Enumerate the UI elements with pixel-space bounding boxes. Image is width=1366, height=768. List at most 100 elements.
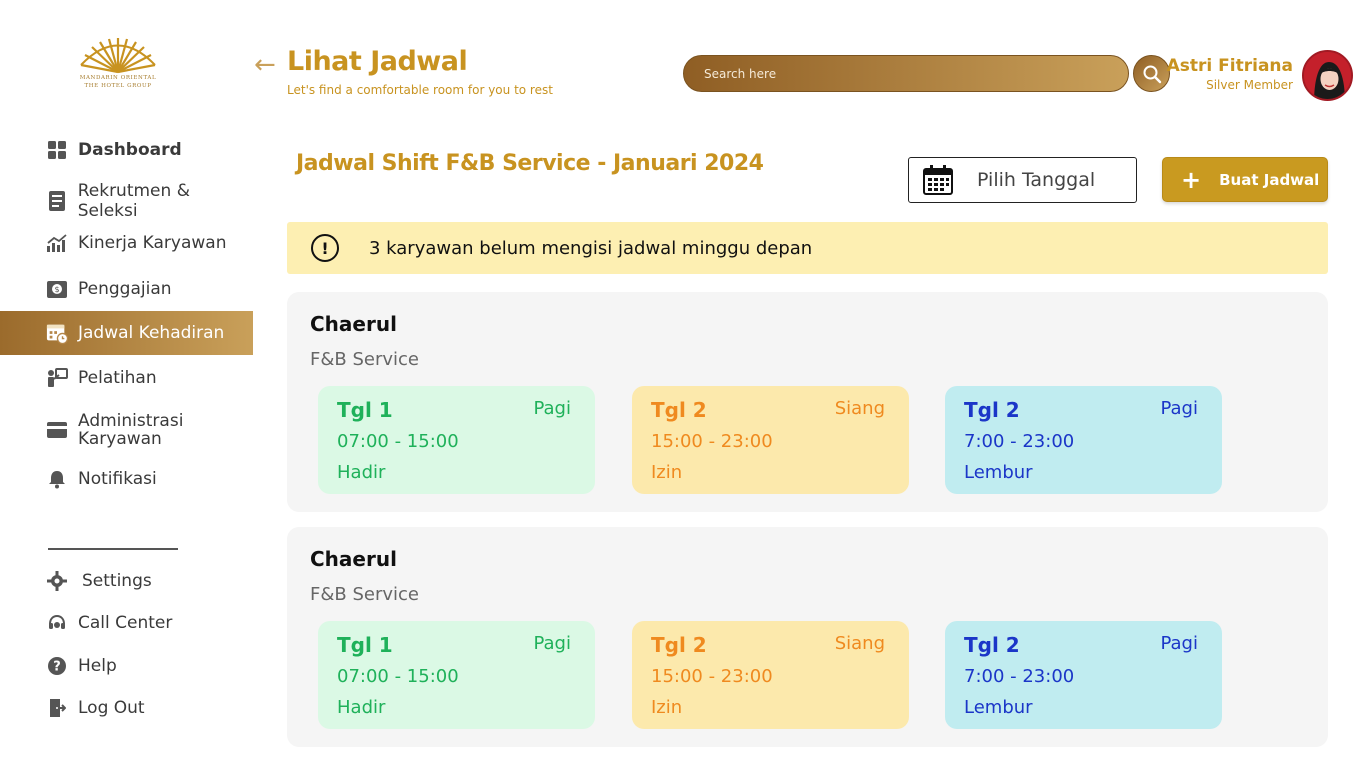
sidebar-item-label: Administrasi Karyawan (78, 411, 184, 449)
shift-type: Pagi (1160, 398, 1198, 419)
exclamation-icon: ! (311, 234, 339, 262)
shift-status: Lembur (964, 697, 1033, 718)
logo-line-1: MANDARIN ORIENTAL (79, 75, 157, 81)
date-picker-label: Pilih Tanggal (977, 169, 1096, 191)
sidebar-item-kinerja[interactable]: Kinerja Karyawan (0, 221, 253, 265)
sidebar-divider (48, 548, 178, 550)
create-schedule-button[interactable]: + Buat Jadwal (1162, 157, 1328, 202)
shift-card[interactable]: Tgl 2 Siang 15:00 - 23:00 Izin (632, 621, 909, 729)
avatar[interactable] (1302, 50, 1353, 101)
sidebar-item-help[interactable]: ? Help (0, 644, 253, 688)
payroll-icon: $ (46, 278, 68, 300)
calendar-icon (923, 165, 953, 195)
section-title: Jadwal Shift F&B Service - Januari 2024 (296, 151, 764, 176)
sidebar-item-label: Log Out (78, 698, 145, 718)
card-icon (46, 419, 68, 441)
headset-icon (46, 612, 68, 634)
plus-icon: + (1181, 165, 1202, 194)
shift-card[interactable]: Tgl 2 Siang 15:00 - 23:00 Izin (632, 386, 909, 494)
sidebar-item-label: Penggajian (78, 279, 172, 299)
employee-card: Chaerul F&B Service Tgl 1 Pagi 07:00 - 1… (287, 292, 1328, 512)
bell-icon (46, 468, 68, 490)
shift-time: 7:00 - 23:00 (964, 666, 1075, 687)
shift-status: Hadir (337, 697, 386, 718)
shift-status: Izin (651, 462, 683, 483)
document-icon (46, 190, 68, 212)
date-picker[interactable]: Pilih Tanggal (908, 157, 1137, 203)
svg-text:?: ? (53, 660, 61, 675)
shift-date: Tgl 1 (337, 633, 393, 657)
page-subtitle: Let's find a comfortable room for you to… (287, 83, 553, 97)
employee-department: F&B Service (310, 349, 419, 370)
search-input[interactable] (704, 66, 1084, 81)
shift-date: Tgl 2 (651, 633, 707, 657)
sidebar-item-label: Rekrutmen & Seleksi (77, 181, 190, 221)
gear-icon (46, 570, 68, 592)
sidebar-item-label: Call Center (78, 613, 173, 633)
sidebar-item-settings[interactable]: Settings (0, 559, 253, 603)
create-schedule-label: Buat Jadwal (1219, 170, 1320, 189)
sidebar-item-pelatihan[interactable]: Pelatihan (0, 356, 253, 400)
sidebar-item-notifikasi[interactable]: Notifikasi (0, 457, 253, 501)
sidebar-item-label: Notifikasi (78, 469, 157, 489)
sidebar-item-label: Settings (82, 571, 152, 591)
sidebar-item-rekrutmen[interactable]: Rekrutmen & Seleksi (0, 179, 253, 223)
back-arrow-icon[interactable]: ← (254, 50, 276, 80)
logo-line-2: THE HOTEL GROUP (84, 83, 152, 89)
shift-time: 15:00 - 23:00 (651, 431, 773, 452)
shift-type: Pagi (533, 633, 571, 654)
chart-icon (46, 232, 68, 254)
help-icon: ? (46, 655, 68, 677)
sidebar-item-label: Help (78, 656, 117, 676)
sidebar-item-label: Dashboard (78, 140, 182, 160)
sidebar-item-administrasi[interactable]: Administrasi Karyawan (0, 408, 253, 452)
sidebar-item-dashboard[interactable]: Dashboard (0, 128, 253, 172)
shift-card[interactable]: Tgl 1 Pagi 07:00 - 15:00 Hadir (318, 386, 595, 494)
page-title: Lihat Jadwal (287, 46, 468, 77)
employee-name: Chaerul (310, 547, 397, 571)
shift-type: Siang (834, 633, 885, 654)
alert-text: 3 karyawan belum mengisi jadwal minggu d… (369, 237, 813, 259)
shift-status: Izin (651, 697, 683, 718)
user-role: Silver Member (1206, 78, 1293, 92)
shift-type: Pagi (533, 398, 571, 419)
sidebar-item-label: Jadwal Kehadiran (78, 323, 225, 343)
brand-logo[interactable]: MANDARIN ORIENTAL THE HOTEL GROUP (78, 34, 158, 98)
shift-date: Tgl 2 (651, 398, 707, 422)
shift-status: Hadir (337, 462, 386, 483)
sidebar-item-logout[interactable]: Log Out (0, 686, 253, 730)
shift-type: Siang (834, 398, 885, 419)
shift-time: 7:00 - 23:00 (964, 431, 1075, 452)
sidebar-item-penggajian[interactable]: $ Penggajian (0, 267, 253, 311)
shift-date: Tgl 1 (337, 398, 393, 422)
logout-icon (46, 697, 68, 719)
sidebar-item-call-center[interactable]: Call Center (0, 601, 253, 645)
employee-name: Chaerul (310, 312, 397, 336)
shift-time: 07:00 - 15:00 (337, 666, 459, 687)
shift-date: Tgl 2 (964, 633, 1020, 657)
user-name: Astri Fitriana (1166, 56, 1293, 76)
fan-logo-icon (80, 38, 156, 74)
sidebar-item-label: Kinerja Karyawan (78, 233, 227, 253)
search-button[interactable] (1133, 55, 1170, 92)
grid-icon (46, 139, 68, 161)
app-page: MANDARIN ORIENTAL THE HOTEL GROUP Dashbo… (0, 0, 1366, 768)
training-icon (46, 367, 68, 389)
shift-status: Lembur (964, 462, 1033, 483)
shift-card[interactable]: Tgl 2 Pagi 7:00 - 23:00 Lembur (945, 621, 1222, 729)
employee-department: F&B Service (310, 584, 419, 605)
user-photo-icon (1304, 52, 1351, 99)
svg-text:$: $ (54, 285, 59, 294)
shift-date: Tgl 2 (964, 398, 1020, 422)
shift-card[interactable]: Tgl 2 Pagi 7:00 - 23:00 Lembur (945, 386, 1222, 494)
shift-time: 07:00 - 15:00 (337, 431, 459, 452)
shift-card[interactable]: Tgl 1 Pagi 07:00 - 15:00 Hadir (318, 621, 595, 729)
employee-card: Chaerul F&B Service Tgl 1 Pagi 07:00 - 1… (287, 527, 1328, 747)
sidebar-item-label: Pelatihan (78, 368, 157, 388)
search-bar[interactable] (683, 55, 1129, 92)
calendar-clock-icon (46, 322, 68, 345)
shift-time: 15:00 - 23:00 (651, 666, 773, 687)
sidebar-item-jadwal-kehadiran[interactable]: Jadwal Kehadiran (0, 311, 253, 355)
search-icon (1143, 65, 1161, 83)
shift-type: Pagi (1160, 633, 1198, 654)
